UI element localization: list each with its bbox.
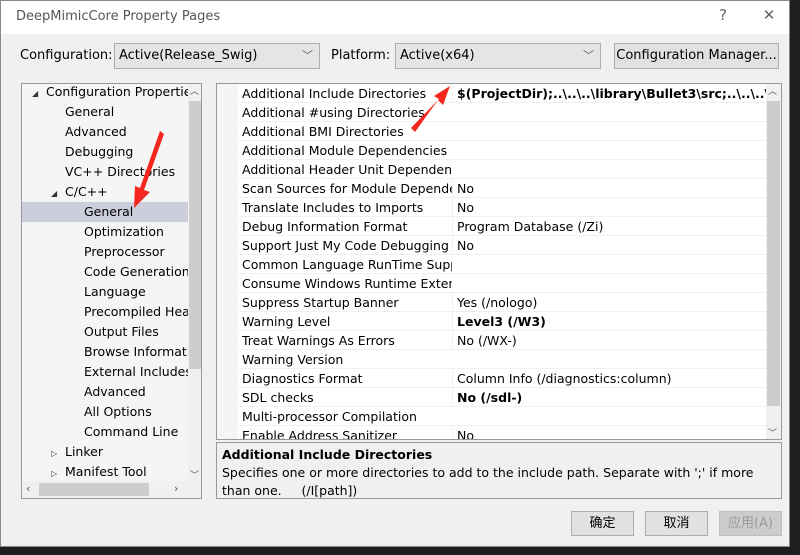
red-arrow-annotation [411,86,450,132]
red-arrow-annotation [134,131,164,208]
annotation-overlay [134,86,450,208]
